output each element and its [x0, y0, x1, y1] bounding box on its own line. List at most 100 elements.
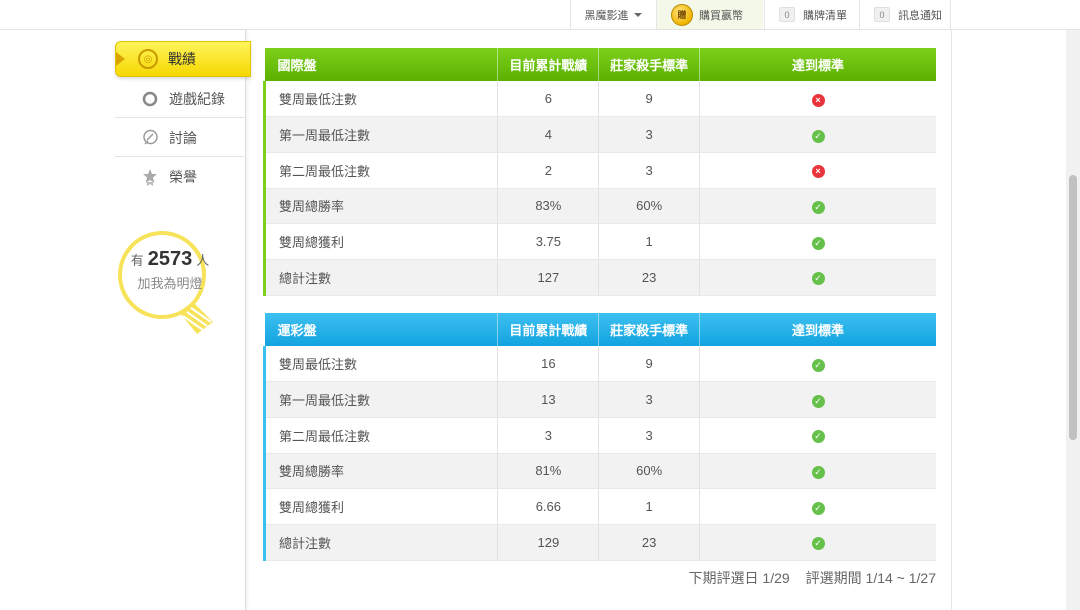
standard-cell: 9	[598, 346, 701, 383]
check-icon: ✓	[811, 129, 825, 143]
table-row: 雙周總勝率 83% 60% ✓	[262, 188, 936, 225]
followers-count: 2573	[147, 248, 193, 270]
standard-cell: 3	[598, 152, 701, 189]
row-label: 雙周最低注數	[262, 346, 499, 383]
check-icon: ✓	[811, 236, 825, 250]
table-row: 第一周最低注數 4 3 ✓	[262, 116, 936, 153]
check-icon: ✓	[811, 358, 825, 372]
current-record-cell: 6.66	[497, 488, 600, 525]
row-label: 第二周最低注數	[262, 417, 499, 454]
sidebar-item-honors[interactable]: 榮譽	[115, 158, 246, 196]
international-table: 國際盤 目前累計戰績 莊家殺手標準 達到標準 雙周最低注數 6 9 × 第一周最低注數 4…	[262, 48, 936, 296]
next-review-date: 下期評選日 1/29	[688, 570, 790, 586]
current-record-cell: 13	[497, 381, 600, 418]
table-row: 雙周最低注數 16 9 ✓	[262, 346, 936, 383]
row-label: 第一周最低注數	[262, 381, 499, 418]
standard-cell: 23	[598, 524, 701, 561]
status-cell: ✓	[699, 116, 936, 153]
status-cell: ✓	[699, 223, 936, 260]
circle-icon	[141, 90, 159, 108]
scrollbar-thumb[interactable]	[1069, 175, 1077, 440]
target-icon: ◎	[138, 49, 158, 69]
row-label: 第一周最低注數	[262, 116, 499, 153]
status-cell: ✓	[699, 188, 936, 225]
notifications-button[interactable]: 0 訊息通知	[859, 0, 951, 29]
row-label: 雙周最低注數	[262, 81, 499, 118]
current-record-cell: 127	[497, 259, 600, 296]
followers-counter: 有 2573 人 加我為明燈	[115, 248, 225, 292]
row-label: 雙周總獲利	[262, 488, 499, 525]
check-icon: ✓	[811, 430, 825, 444]
current-record-cell: 81%	[497, 453, 600, 490]
current-record-cell: 16	[497, 346, 600, 383]
current-record-cell: 3	[497, 417, 600, 454]
standard-cell: 60%	[598, 453, 701, 490]
buy-coins-button[interactable]: 贈 購買嬴幣	[656, 0, 763, 29]
column-header: 莊家殺手標準	[598, 48, 701, 81]
standard-cell: 1	[598, 223, 701, 260]
notifications-label: 訊息通知	[898, 9, 942, 22]
cart-button[interactable]: 0 購牌清單	[764, 0, 858, 29]
current-record-cell: 6	[497, 81, 600, 118]
current-record-cell: 4	[497, 116, 600, 153]
status-cell: ✓	[699, 488, 936, 525]
user-menu-label: 黑魔影進	[584, 9, 629, 22]
notification-count-badge: 0	[874, 7, 890, 22]
lottery-table: 運彩盤 目前累計戰績 莊家殺手標準 達到標準 雙周最低注數 16 9 ✓ 第一周最低注數…	[262, 313, 936, 561]
sidebar-item-discussion[interactable]: 討論	[115, 119, 246, 157]
sidebar-item-label: 討論	[169, 129, 197, 146]
current-record-cell: 129	[497, 524, 600, 561]
status-cell: ✓	[699, 417, 936, 454]
cross-icon: ×	[811, 93, 825, 107]
content-divider	[951, 30, 952, 610]
column-header: 目前累計戰績	[497, 313, 600, 346]
table-row: 雙周總獲利 6.66 1 ✓	[262, 488, 936, 525]
status-cell: ✓	[699, 259, 936, 296]
row-label: 總計注數	[262, 259, 499, 296]
top-bar: 黑魔影進 贈 購買嬴幣 0 購牌清單 0 訊息通知	[0, 0, 1080, 30]
sidebar-item-game-history[interactable]: 遊戲紀錄	[115, 80, 246, 118]
table-row: 第二周最低注數 2 3 ×	[262, 152, 936, 189]
table-row: 雙周最低注數 6 9 ×	[262, 81, 936, 118]
row-label: 雙周總勝率	[262, 453, 499, 490]
row-label: 第二周最低注數	[262, 152, 499, 189]
table-title: 國際盤	[264, 48, 499, 81]
column-header: 目前累計戰績	[497, 48, 600, 81]
coin-icon: 贈	[671, 3, 693, 26]
current-record-cell: 3.75	[497, 223, 600, 260]
standard-cell: 3	[598, 381, 701, 418]
cross-icon: ×	[811, 165, 825, 179]
follow-cta: 加我為明燈	[137, 276, 203, 291]
table-row: 雙周總獲利 3.75 1 ✓	[262, 223, 936, 260]
sidebar-item-label: 遊戲紀錄	[169, 90, 225, 107]
status-cell: ✓	[699, 524, 936, 561]
standard-cell: 3	[598, 116, 701, 153]
table-row: 第二周最低注數 3 3 ✓	[262, 417, 936, 454]
followers-prefix: 有	[130, 253, 144, 268]
table-row: 雙周總勝率 81% 60% ✓	[262, 453, 936, 490]
active-pointer-icon	[116, 52, 125, 66]
current-record-cell: 2	[497, 152, 600, 189]
cart-label: 購牌清單	[803, 9, 847, 22]
check-icon: ✓	[811, 465, 825, 479]
table-row: 總計注數 129 23 ✓	[262, 524, 936, 561]
table-header-row: 運彩盤 目前累計戰績 莊家殺手標準 達到標準	[264, 313, 936, 346]
review-schedule: 下期評選日 1/29 評選期間 1/14 ~ 1/27	[600, 568, 936, 588]
standard-cell: 9	[598, 81, 701, 118]
check-icon: ✓	[811, 272, 825, 286]
chat-icon	[141, 129, 159, 147]
status-cell: ×	[699, 81, 936, 118]
sidebar-item-label: 榮譽	[169, 169, 197, 185]
status-cell: ✓	[699, 453, 936, 490]
column-header: 達到標準	[699, 48, 936, 81]
table-header-row: 國際盤 目前累計戰績 莊家殺手標準 達到標準	[264, 48, 936, 81]
status-cell: ✓	[699, 346, 936, 383]
row-label: 雙周總勝率	[262, 188, 499, 225]
review-period: 評選期間 1/14 ~ 1/27	[805, 570, 936, 586]
status-cell: ×	[699, 152, 936, 189]
sidebar-item-record[interactable]: ◎ 戰績	[115, 41, 251, 77]
check-icon: ✓	[811, 501, 825, 515]
caret-down-icon	[633, 12, 642, 17]
status-cell: ✓	[699, 381, 936, 418]
user-menu-dropdown[interactable]: 黑魔影進	[570, 0, 655, 29]
